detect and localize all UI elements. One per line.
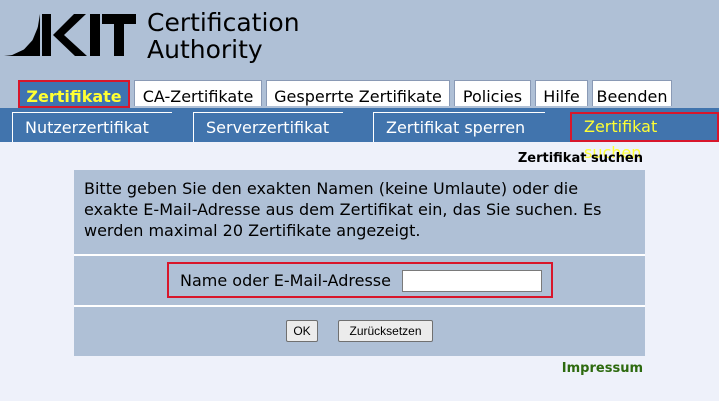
sub-navigation: Nutzerzertifikat Serverzertifikat Zertif… [0,108,719,162]
tab-hilfe[interactable]: Hilfe [535,80,588,106]
tab-gesperrte-zertifikate[interactable]: Gesperrte Zertifikate [266,80,450,106]
impressum-link[interactable]: Impressum [562,361,643,376]
tab-policies[interactable]: Policies [454,80,531,106]
reset-button[interactable]: Zurücksetzen [338,320,433,342]
page-title: Zertifikat suchen [517,151,643,166]
subnav-zertifikat-suchen[interactable]: Zertifikat suchen [570,112,719,162]
header: Certification Authority Zertifikate CA-Z… [0,0,719,108]
subnav-serverzertifikat[interactable]: Serverzertifikat [193,112,343,142]
subnav-zertifikat-sperren[interactable]: Zertifikat sperren [373,112,545,142]
ca-title-line2: Authority [147,35,263,64]
tab-ca-zertifikate[interactable]: CA-Zertifikate [134,80,262,106]
tab-beenden[interactable]: Beenden [592,80,672,106]
divider [74,254,645,256]
divider [74,305,645,307]
search-input[interactable] [402,270,542,292]
ca-title-line1: Certification [147,8,300,37]
subnav-nutzerzertifikat[interactable]: Nutzerzertifikat [12,112,172,142]
tab-zertifikate[interactable]: Zertifikate [18,80,130,108]
intro-text: Bitte geben Sie den exakten Namen (keine… [84,179,602,240]
ok-button[interactable]: OK [286,320,318,342]
search-panel: Bitte geben Sie den exakten Namen (keine… [74,170,645,356]
ca-title: Certification Authority [147,9,300,63]
kit-logo [4,14,136,56]
search-field-label: Name oder E-Mail-Adresse [180,271,391,290]
search-field-group: Name oder E-Mail-Adresse [167,262,553,298]
